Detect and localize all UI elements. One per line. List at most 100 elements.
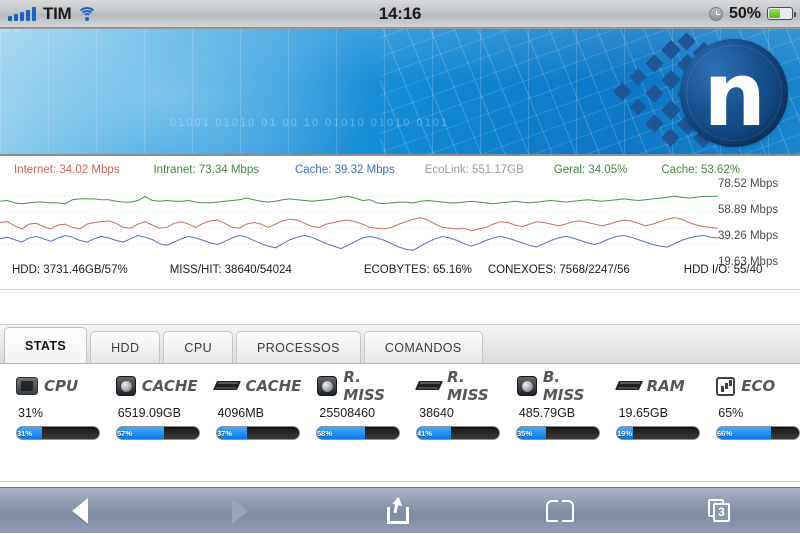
progress-bar-eco: 66%	[716, 426, 800, 440]
ram-module-icon	[614, 378, 643, 394]
progress-bar-cache-disk: 57%	[116, 426, 200, 440]
stat-label: CPU	[44, 377, 79, 395]
section-tab-bar: STATS HDD CPU PROCESSOS COMANDOS	[0, 324, 800, 364]
bookmarks-button[interactable]	[480, 488, 640, 534]
ram-module-icon	[213, 378, 242, 394]
graph-footer-stats: HDD: 3731.46GB/57% MISS/HIT: 38640/54024…	[0, 264, 762, 276]
bookmarks-book-icon	[546, 499, 574, 522]
stat-cell-b-miss: B. MISS 485.79GB	[501, 368, 601, 420]
network-line-chart	[0, 195, 718, 260]
banner-binary-motif-2: 10101 0101 01010 1010 0101	[14, 29, 25, 33]
y-tick-3: 39.26 Mbps	[718, 230, 779, 242]
legend-item-geral: Geral: 34.05%	[553, 164, 628, 176]
ios-status-bar: TIM 14:16 50%	[0, 0, 800, 28]
tab-hdd[interactable]: HDD	[90, 331, 161, 363]
legend-item-ecolink: EcoLink: 551.17GB	[424, 164, 524, 176]
series-cache	[0, 236, 718, 251]
banner-binary-motif: 0101 10101 0101 1010 01011	[2, 29, 13, 33]
progress-label: 66%	[717, 428, 733, 438]
progress-cell-r-miss-disk: 58%	[300, 426, 400, 440]
progress-cell-cache-disk: 57%	[100, 426, 200, 440]
legend-item-internet: Internet: 34.02 Mbps	[14, 164, 120, 176]
footer-stat-conexoes: CONEXOES: 7568/2247/56	[487, 264, 630, 276]
tabs-count-label: 3	[713, 502, 730, 522]
stat-label: B. MISS	[542, 368, 585, 404]
footer-stat-miss-hit: MISS/HIT: 38640/54024	[169, 264, 292, 276]
stat-head: CACHE	[213, 374, 301, 398]
logo-letter: n	[703, 43, 766, 146]
stat-value: 65%	[718, 406, 744, 420]
progress-cell-cache-ram: 37%	[200, 426, 300, 440]
footer-stat-hdd-io: HDD I/O: 55/40	[683, 264, 763, 276]
progress-bar-r-miss-ram: 41%	[416, 426, 500, 440]
progress-cell-ram: 19%	[600, 426, 700, 440]
tab-processos[interactable]: PROCESSOS	[236, 331, 361, 363]
legend-item-cache-pct: Cache: 53.62%	[661, 164, 740, 176]
series-internet	[0, 218, 718, 231]
ram-module-icon	[415, 378, 444, 394]
stat-value: 6519.09GB	[117, 406, 181, 420]
progress-bar-b-miss: 35%	[516, 426, 600, 440]
progress-bar-r-miss-disk: 58%	[316, 426, 400, 440]
progress-cell-eco: 66%	[700, 426, 800, 440]
progress-bar-cpu: 31%	[16, 426, 100, 440]
tab-comandos[interactable]: COMANDOS	[363, 331, 483, 363]
progress-label: 37%	[217, 428, 233, 438]
forward-arrow-icon	[232, 497, 248, 524]
stat-label: RAM	[646, 377, 685, 395]
stat-cell-ram: RAM 19.65GB	[601, 374, 701, 420]
hard-disk-icon	[317, 376, 338, 396]
status-bar-right: 50%	[708, 4, 800, 23]
status-bar-clock: 14:16	[378, 3, 422, 23]
chart-y-axis: 78.52 Mbps 58.89 Mbps 39.26 Mbps 19.63 M…	[718, 178, 796, 268]
tab-stats[interactable]: STATS	[4, 327, 88, 363]
stat-head: RAM	[614, 374, 685, 398]
stat-value: 31%	[18, 406, 44, 420]
stat-value: 4096MB	[217, 406, 264, 420]
stat-label: R. MISS	[343, 368, 385, 404]
progress-label: 19%	[617, 428, 633, 438]
footer-stat-hdd: HDD: 3731.46GB/57%	[12, 264, 128, 276]
stat-head: CACHE	[115, 374, 198, 398]
brand-logo: n	[612, 31, 792, 154]
progress-cell-cpu: 31%	[0, 426, 100, 440]
eco-chart-icon	[716, 376, 736, 396]
share-icon	[387, 495, 413, 524]
stat-value: 19.65GB	[618, 406, 668, 420]
progress-bar-cache-ram: 37%	[216, 426, 300, 440]
content-bottom-rule	[0, 481, 800, 482]
panel-divider	[0, 289, 800, 290]
tab-cpu[interactable]: CPU	[163, 331, 234, 363]
stat-cell-cache-disk: CACHE 6519.09GB	[100, 374, 200, 420]
stat-cell-r-miss-ram: R. MISS 38640	[401, 368, 501, 420]
clock-icon	[708, 6, 723, 21]
stat-cell-r-miss-disk: R. MISS 25508460	[301, 368, 401, 420]
cpu-chip-icon	[16, 377, 38, 395]
y-tick-1: 78.52 Mbps	[718, 178, 779, 190]
stat-label: CACHE	[141, 377, 198, 395]
y-tick-2: 58.89 Mbps	[718, 204, 779, 216]
battery-percent-label: 50%	[728, 4, 761, 22]
forward-button[interactable]	[160, 488, 320, 534]
tabs-button[interactable]: 3	[640, 488, 800, 534]
progress-bar-ram: 19%	[616, 426, 700, 440]
stat-cell-eco: ECO 65%	[700, 374, 800, 420]
stats-row: CPU 31% CACHE 6519.09GB CACHE 4096MB R. …	[0, 364, 800, 420]
share-button[interactable]	[320, 488, 480, 534]
progress-cell-b-miss: 35%	[500, 426, 600, 440]
site-banner: 0101 10101 0101 1010 01011 10101 0101 01…	[0, 28, 800, 156]
stat-value: 25508460	[319, 406, 376, 420]
stats-progress-row: 31% 57% 37% 58% 41% 35% 19% 66%	[0, 420, 800, 440]
progress-label: 31%	[17, 428, 33, 438]
stat-cell-cpu: CPU 31%	[0, 374, 100, 420]
stat-cell-cache-ram: CACHE 4096MB	[199, 374, 301, 420]
footer-stat-ecobytes: ECOBYTES: 65.16%	[363, 264, 472, 276]
back-arrow-icon	[72, 497, 88, 524]
stat-head: B. MISS	[516, 368, 601, 404]
chart-series	[0, 196, 718, 250]
back-button[interactable]	[0, 488, 160, 534]
progress-label: 41%	[417, 428, 433, 438]
legend-item-cache-mbps: Cache: 39.32 Mbps	[294, 164, 395, 176]
chart-gridlines	[0, 195, 718, 245]
browser-toolbar: 3	[0, 487, 800, 533]
